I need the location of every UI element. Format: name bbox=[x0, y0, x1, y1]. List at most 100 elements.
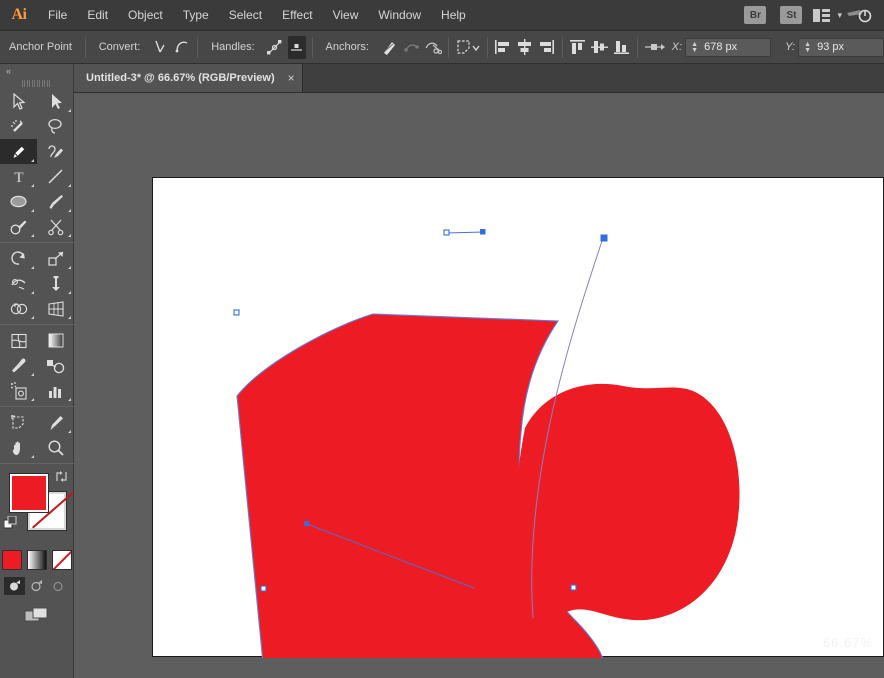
perspective-grid-tool[interactable] bbox=[37, 296, 74, 321]
column-graph-tool[interactable] bbox=[37, 378, 74, 403]
arrange-documents-icon[interactable] bbox=[813, 8, 831, 22]
panel-drag-handle[interactable] bbox=[0, 78, 73, 89]
cut-path-at-anchors-icon[interactable] bbox=[424, 36, 443, 59]
menu-effect[interactable]: Effect bbox=[272, 0, 322, 31]
menu-object[interactable]: Object bbox=[118, 0, 173, 31]
menu-edit[interactable]: Edit bbox=[77, 0, 118, 31]
menu-view[interactable]: View bbox=[323, 0, 369, 31]
fill-swatch[interactable] bbox=[9, 473, 49, 513]
none-mode-button[interactable] bbox=[51, 550, 72, 570]
flyout-indicator-icon[interactable] bbox=[31, 184, 34, 187]
flyout-indicator-icon[interactable] bbox=[31, 234, 34, 237]
flyout-indicator-icon[interactable] bbox=[68, 266, 71, 269]
x-coordinate-input[interactable]: ▲ ▼ 678 px bbox=[685, 37, 772, 57]
menu-select[interactable]: Select bbox=[219, 0, 272, 31]
magic-wand-tool[interactable] bbox=[0, 114, 37, 139]
align-top-icon[interactable] bbox=[569, 36, 587, 59]
zoom-tool[interactable] bbox=[37, 435, 74, 460]
flyout-indicator-icon[interactable] bbox=[68, 209, 71, 212]
symbol-sprayer-tool[interactable] bbox=[0, 378, 37, 403]
flyout-indicator-icon[interactable] bbox=[31, 291, 34, 294]
align-left-icon[interactable] bbox=[494, 36, 512, 59]
chevron-down-icon[interactable]: ▾ bbox=[837, 10, 842, 21]
flyout-indicator-icon[interactable] bbox=[31, 266, 34, 269]
artboard[interactable]: 66.67% bbox=[152, 177, 884, 658]
selection-tool[interactable] bbox=[0, 89, 37, 114]
flyout-indicator-icon[interactable] bbox=[68, 291, 71, 294]
draw-behind-button[interactable] bbox=[26, 577, 47, 595]
flyout-indicator-icon[interactable] bbox=[68, 398, 71, 401]
document-tab[interactable]: Untitled-3* @ 66.67% (RGB/Preview) × bbox=[74, 64, 303, 92]
color-mode-button[interactable] bbox=[1, 550, 22, 570]
type-tool[interactable]: T bbox=[0, 164, 37, 189]
align-horizontal-center-icon[interactable] bbox=[516, 36, 534, 59]
pen-tool[interactable] bbox=[0, 139, 37, 164]
isolate-selected-object-icon[interactable] bbox=[455, 36, 481, 59]
shape-builder-tool[interactable] bbox=[0, 296, 37, 321]
eyedropper-tool[interactable] bbox=[0, 353, 37, 378]
stepper-icon[interactable]: ▲ ▼ bbox=[803, 41, 812, 55]
control-bar: Anchor Point Convert: Handles: Anchors: … bbox=[0, 31, 884, 64]
align-vertical-center-icon[interactable] bbox=[591, 36, 609, 59]
scale-tool[interactable] bbox=[37, 246, 74, 271]
convert-to-corner-icon[interactable] bbox=[151, 36, 169, 59]
flyout-indicator-icon[interactable] bbox=[68, 184, 71, 187]
workspace-switcher-icon[interactable] bbox=[846, 7, 872, 23]
menu-type[interactable]: Type bbox=[173, 0, 219, 31]
stock-button[interactable]: St bbox=[780, 6, 803, 24]
ellipse-tool[interactable] bbox=[0, 189, 37, 214]
shaper-tool[interactable] bbox=[0, 214, 37, 239]
align-right-icon[interactable] bbox=[538, 36, 556, 59]
curvature-tool[interactable] bbox=[37, 139, 74, 164]
x-coordinate-group: X: ▲ ▼ 678 px bbox=[672, 37, 772, 57]
gradient-tool[interactable] bbox=[37, 328, 74, 353]
menu-help[interactable]: Help bbox=[431, 0, 476, 31]
paintbrush-tool[interactable] bbox=[37, 189, 74, 214]
lasso-tool[interactable] bbox=[37, 114, 74, 139]
flyout-indicator-icon[interactable] bbox=[31, 398, 34, 401]
menu-window[interactable]: Window bbox=[368, 0, 431, 31]
bridge-button[interactable]: Br bbox=[744, 6, 767, 24]
flyout-indicator-icon[interactable] bbox=[31, 159, 34, 162]
hide-handles-icon[interactable] bbox=[287, 35, 306, 59]
width-tool[interactable] bbox=[0, 271, 37, 296]
flyout-indicator-icon[interactable] bbox=[31, 209, 34, 212]
menu-file[interactable]: File bbox=[38, 0, 77, 31]
transform-icon[interactable] bbox=[644, 36, 666, 59]
y-coordinate-input[interactable]: ▲ ▼ 93 px bbox=[798, 37, 884, 57]
connect-selected-endpoints-icon[interactable] bbox=[402, 36, 420, 59]
convert-to-smooth-icon[interactable] bbox=[173, 36, 191, 59]
collapse-panel-button[interactable]: « bbox=[0, 64, 73, 78]
mesh-tool[interactable] bbox=[0, 328, 37, 353]
close-icon[interactable]: × bbox=[288, 71, 295, 85]
swap-fill-stroke-icon[interactable] bbox=[55, 470, 68, 483]
flyout-indicator-icon[interactable] bbox=[68, 430, 71, 433]
align-bottom-icon[interactable] bbox=[613, 36, 631, 59]
slice-tool[interactable] bbox=[37, 410, 74, 435]
flyout-indicator-icon[interactable] bbox=[68, 316, 71, 319]
flyout-indicator-icon[interactable] bbox=[68, 109, 71, 112]
hand-tool[interactable] bbox=[0, 435, 37, 460]
flyout-indicator-icon[interactable] bbox=[68, 234, 71, 237]
change-screen-mode-button[interactable] bbox=[0, 607, 73, 623]
show-handles-icon[interactable] bbox=[266, 36, 284, 59]
blend-tool[interactable] bbox=[37, 353, 74, 378]
remove-selected-anchors-icon[interactable] bbox=[380, 36, 398, 59]
direct-selection-tool[interactable] bbox=[37, 89, 74, 114]
default-fill-stroke-icon[interactable] bbox=[3, 515, 18, 530]
flyout-indicator-icon[interactable] bbox=[31, 455, 34, 458]
flyout-indicator-icon[interactable] bbox=[31, 373, 34, 376]
line-segment-tool[interactable] bbox=[37, 164, 74, 189]
canvas-area[interactable]: 66.67% bbox=[74, 93, 884, 678]
flyout-indicator-icon[interactable] bbox=[31, 316, 34, 319]
draw-inside-button[interactable] bbox=[48, 577, 69, 595]
draw-normal-button[interactable] bbox=[4, 577, 25, 595]
free-transform-tool[interactable] bbox=[37, 271, 74, 296]
drawing-mode-buttons bbox=[0, 577, 73, 595]
gradient-mode-button[interactable] bbox=[26, 550, 47, 570]
scissors-tool[interactable] bbox=[37, 214, 74, 239]
artboard-tool[interactable] bbox=[0, 410, 37, 435]
red-freeform-path[interactable] bbox=[153, 178, 884, 658]
stepper-icon[interactable]: ▲ ▼ bbox=[690, 41, 699, 55]
rotate-tool[interactable] bbox=[0, 246, 37, 271]
